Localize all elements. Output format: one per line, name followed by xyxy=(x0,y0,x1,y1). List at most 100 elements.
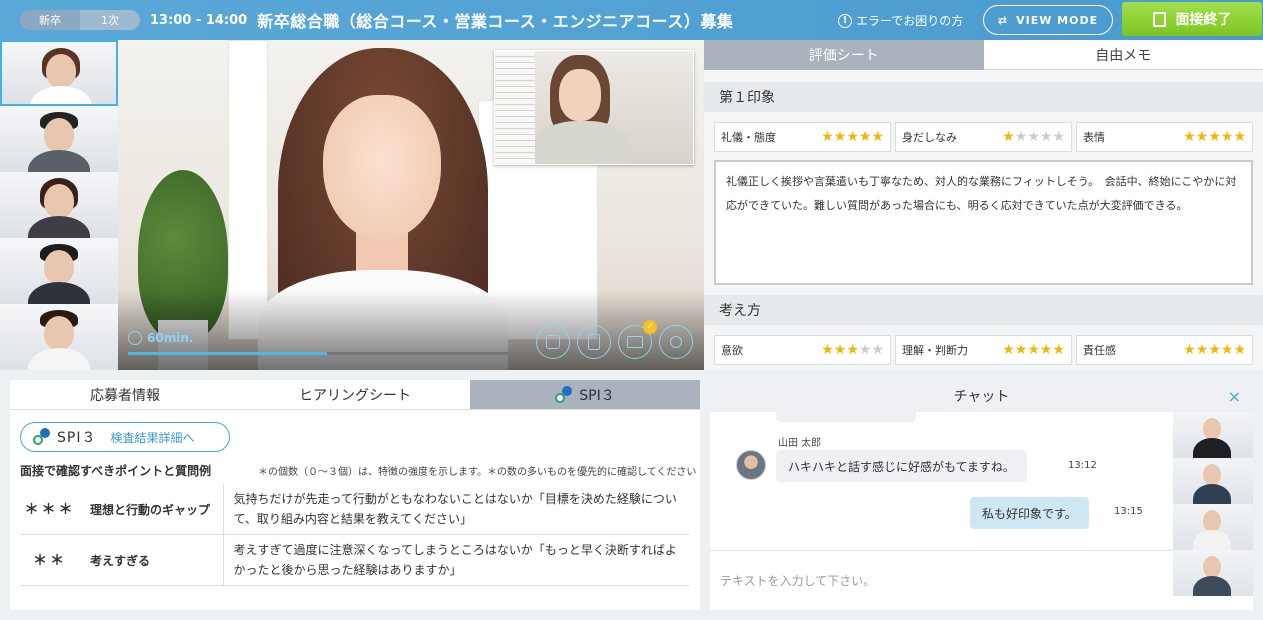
star-icon[interactable]: ★ xyxy=(1221,129,1234,145)
star-icon[interactable]: ★ xyxy=(846,342,859,358)
spi-detail-button[interactable]: SPI３ 検査結果詳細へ xyxy=(20,422,230,452)
view-mode-button[interactable]: ⇄ VIEW MODE xyxy=(983,5,1113,35)
star-icon[interactable]: ★ xyxy=(859,129,872,145)
star-icon[interactable]: ★ xyxy=(1027,129,1040,145)
chat-message-own: 私も好印象です。 xyxy=(970,497,1089,529)
tab-spi3-label: SPI３ xyxy=(579,387,615,404)
tab-hearing-sheet[interactable]: ヒアリングシート xyxy=(240,380,470,409)
tab-applicant-info[interactable]: 応募者情報 xyxy=(10,380,240,409)
tab-spi3[interactable]: SPI３ xyxy=(470,380,700,409)
star-icon[interactable]: ★ xyxy=(1040,129,1053,145)
self-view-video[interactable] xyxy=(494,50,694,165)
sample-question: 考えすぎて過度に注意深くなってしまうところはないか「もっと早く決断すればよかった… xyxy=(223,534,690,586)
star-icon[interactable]: ★ xyxy=(871,342,884,358)
star-icon[interactable]: ★ xyxy=(859,342,872,358)
rating-manners[interactable]: 礼儀・態度 ★★★★★ xyxy=(714,122,891,152)
tab-evaluation-sheet[interactable]: 評価シート xyxy=(704,40,984,70)
chat-input[interactable]: テキストを入力して下さい。 xyxy=(710,550,1173,610)
rating-label: 責任感 xyxy=(1083,344,1116,357)
spi-detail-link[interactable]: 検査結果詳細へ xyxy=(110,429,194,446)
tab-free-memo[interactable]: 自由メモ xyxy=(983,40,1263,70)
star-icon[interactable]: ★ xyxy=(1208,129,1221,145)
rating-appearance[interactable]: 身だしなみ ★★★★★ xyxy=(895,122,1072,152)
star-icon[interactable]: ★ xyxy=(1027,342,1040,358)
swap-arrows-icon: ⇄ xyxy=(997,13,1009,27)
star-rating[interactable]: ★★★★★ xyxy=(821,342,884,358)
rating-label: 理解・判断力 xyxy=(902,344,968,357)
shoulders xyxy=(1193,530,1231,550)
profile-card-icon xyxy=(627,336,643,348)
star-icon[interactable]: ★ xyxy=(1196,129,1209,145)
interviewer-face xyxy=(559,69,601,121)
camera-button[interactable] xyxy=(536,325,570,359)
star-rating[interactable]: ★★★★★ xyxy=(1002,342,1065,358)
star-icon[interactable]: ★ xyxy=(1221,342,1234,358)
end-interview-label: 面接終了 xyxy=(1175,12,1232,28)
chat-title: チャット xyxy=(953,389,1010,405)
rating-label: 礼儀・態度 xyxy=(721,131,776,144)
star-rating[interactable]: ★★★★★ xyxy=(1183,129,1246,145)
participant-thumb[interactable] xyxy=(1173,550,1253,596)
participant-thumb[interactable] xyxy=(0,304,118,370)
shoulders xyxy=(1193,438,1231,458)
evaluation-memo[interactable]: 礼儀正しく挨拶や言葉遣いも丁寧なため、対人的な業務にフィットしそう。 会話中、終… xyxy=(714,160,1253,285)
star-icon[interactable]: ★ xyxy=(821,342,834,358)
star-icon[interactable]: ★ xyxy=(1015,129,1028,145)
star-icon[interactable]: ★ xyxy=(1196,342,1209,358)
star-icon[interactable]: ★ xyxy=(871,129,884,145)
rating-motivation[interactable]: 意欲 ★★★★★ xyxy=(714,335,891,365)
thinking-ratings: 意欲 ★★★★★ 理解・判断力 ★★★★★ 責任感 ★★★★★ xyxy=(704,325,1263,365)
end-interview-button[interactable]: 面接終了 xyxy=(1122,2,1262,36)
rating-expression[interactable]: 表情 ★★★★★ xyxy=(1076,122,1253,152)
document-button[interactable] xyxy=(577,325,611,359)
star-icon[interactable]: ★ xyxy=(1208,342,1221,358)
participant-thumb[interactable] xyxy=(1173,458,1253,504)
shoulders xyxy=(28,216,90,238)
previous-message-bubble xyxy=(776,412,916,422)
spi-logo-text: SPI３ xyxy=(57,430,97,446)
participant-thumb[interactable] xyxy=(1173,412,1253,458)
remove-participant-button[interactable] xyxy=(659,325,693,359)
star-rating[interactable]: ★★★★★ xyxy=(821,129,884,145)
participant-thumb[interactable] xyxy=(0,40,118,106)
star-icon[interactable]: ★ xyxy=(1052,129,1065,145)
face xyxy=(46,54,76,88)
star-icon[interactable]: ★ xyxy=(1015,342,1028,358)
chat-participant-thumbnails xyxy=(1173,412,1253,610)
star-icon[interactable]: ★ xyxy=(1002,342,1015,358)
badge-round: 1次 xyxy=(80,10,140,30)
participant-thumb[interactable] xyxy=(0,106,118,172)
rating-judgement[interactable]: 理解・判断力 ★★★★★ xyxy=(895,335,1072,365)
page-title: 新卒総合職（総合コース・営業コース・エンジニアコース）募集 xyxy=(257,12,734,31)
question-note: ＊の個数（０～３個）は、特徴の強度を示します。＊の数の多いものを優先的に確認して… xyxy=(258,467,697,478)
table-row: ＊＊ 考えすぎる 考えすぎて過度に注意深くなってしまうところはないか「もっと早く… xyxy=(20,534,690,586)
star-icon[interactable]: ★ xyxy=(1002,129,1015,145)
interview-time: 13:00 - 14:00 xyxy=(150,12,248,28)
star-icon[interactable]: ★ xyxy=(1183,129,1196,145)
error-help-link[interactable]: ! エラーでお困りの方 xyxy=(838,12,963,29)
star-rating[interactable]: ★★★★★ xyxy=(1183,342,1246,358)
star-icon[interactable]: ★ xyxy=(1233,342,1246,358)
star-icon[interactable]: ★ xyxy=(834,129,847,145)
face xyxy=(44,118,74,152)
participant-thumb[interactable] xyxy=(1173,504,1253,550)
star-icon[interactable]: ★ xyxy=(846,129,859,145)
star-rating[interactable]: ★★★★★ xyxy=(1002,129,1065,145)
first-impression-ratings: 礼儀・態度 ★★★★★ 身だしなみ ★★★★★ 表情 ★★★★★ xyxy=(704,112,1263,152)
shoulders xyxy=(1193,576,1231,596)
close-icon[interactable]: × xyxy=(1228,387,1241,406)
document-icon xyxy=(588,334,600,350)
star-icon[interactable]: ★ xyxy=(1233,129,1246,145)
rating-label: 表情 xyxy=(1083,131,1105,144)
star-icon[interactable]: ★ xyxy=(821,129,834,145)
star-icon[interactable]: ★ xyxy=(834,342,847,358)
star-icon[interactable]: ★ xyxy=(1040,342,1053,358)
participant-thumb[interactable] xyxy=(0,172,118,238)
participant-thumb[interactable] xyxy=(0,238,118,304)
rating-responsibility[interactable]: 責任感 ★★★★★ xyxy=(1076,335,1253,365)
star-icon[interactable]: ★ xyxy=(1052,342,1065,358)
info-icon: ! xyxy=(838,13,852,28)
intensity-mark: ＊＊＊ xyxy=(20,484,80,535)
star-icon[interactable]: ★ xyxy=(1183,342,1196,358)
interview-timer: 60min. xyxy=(128,331,193,345)
